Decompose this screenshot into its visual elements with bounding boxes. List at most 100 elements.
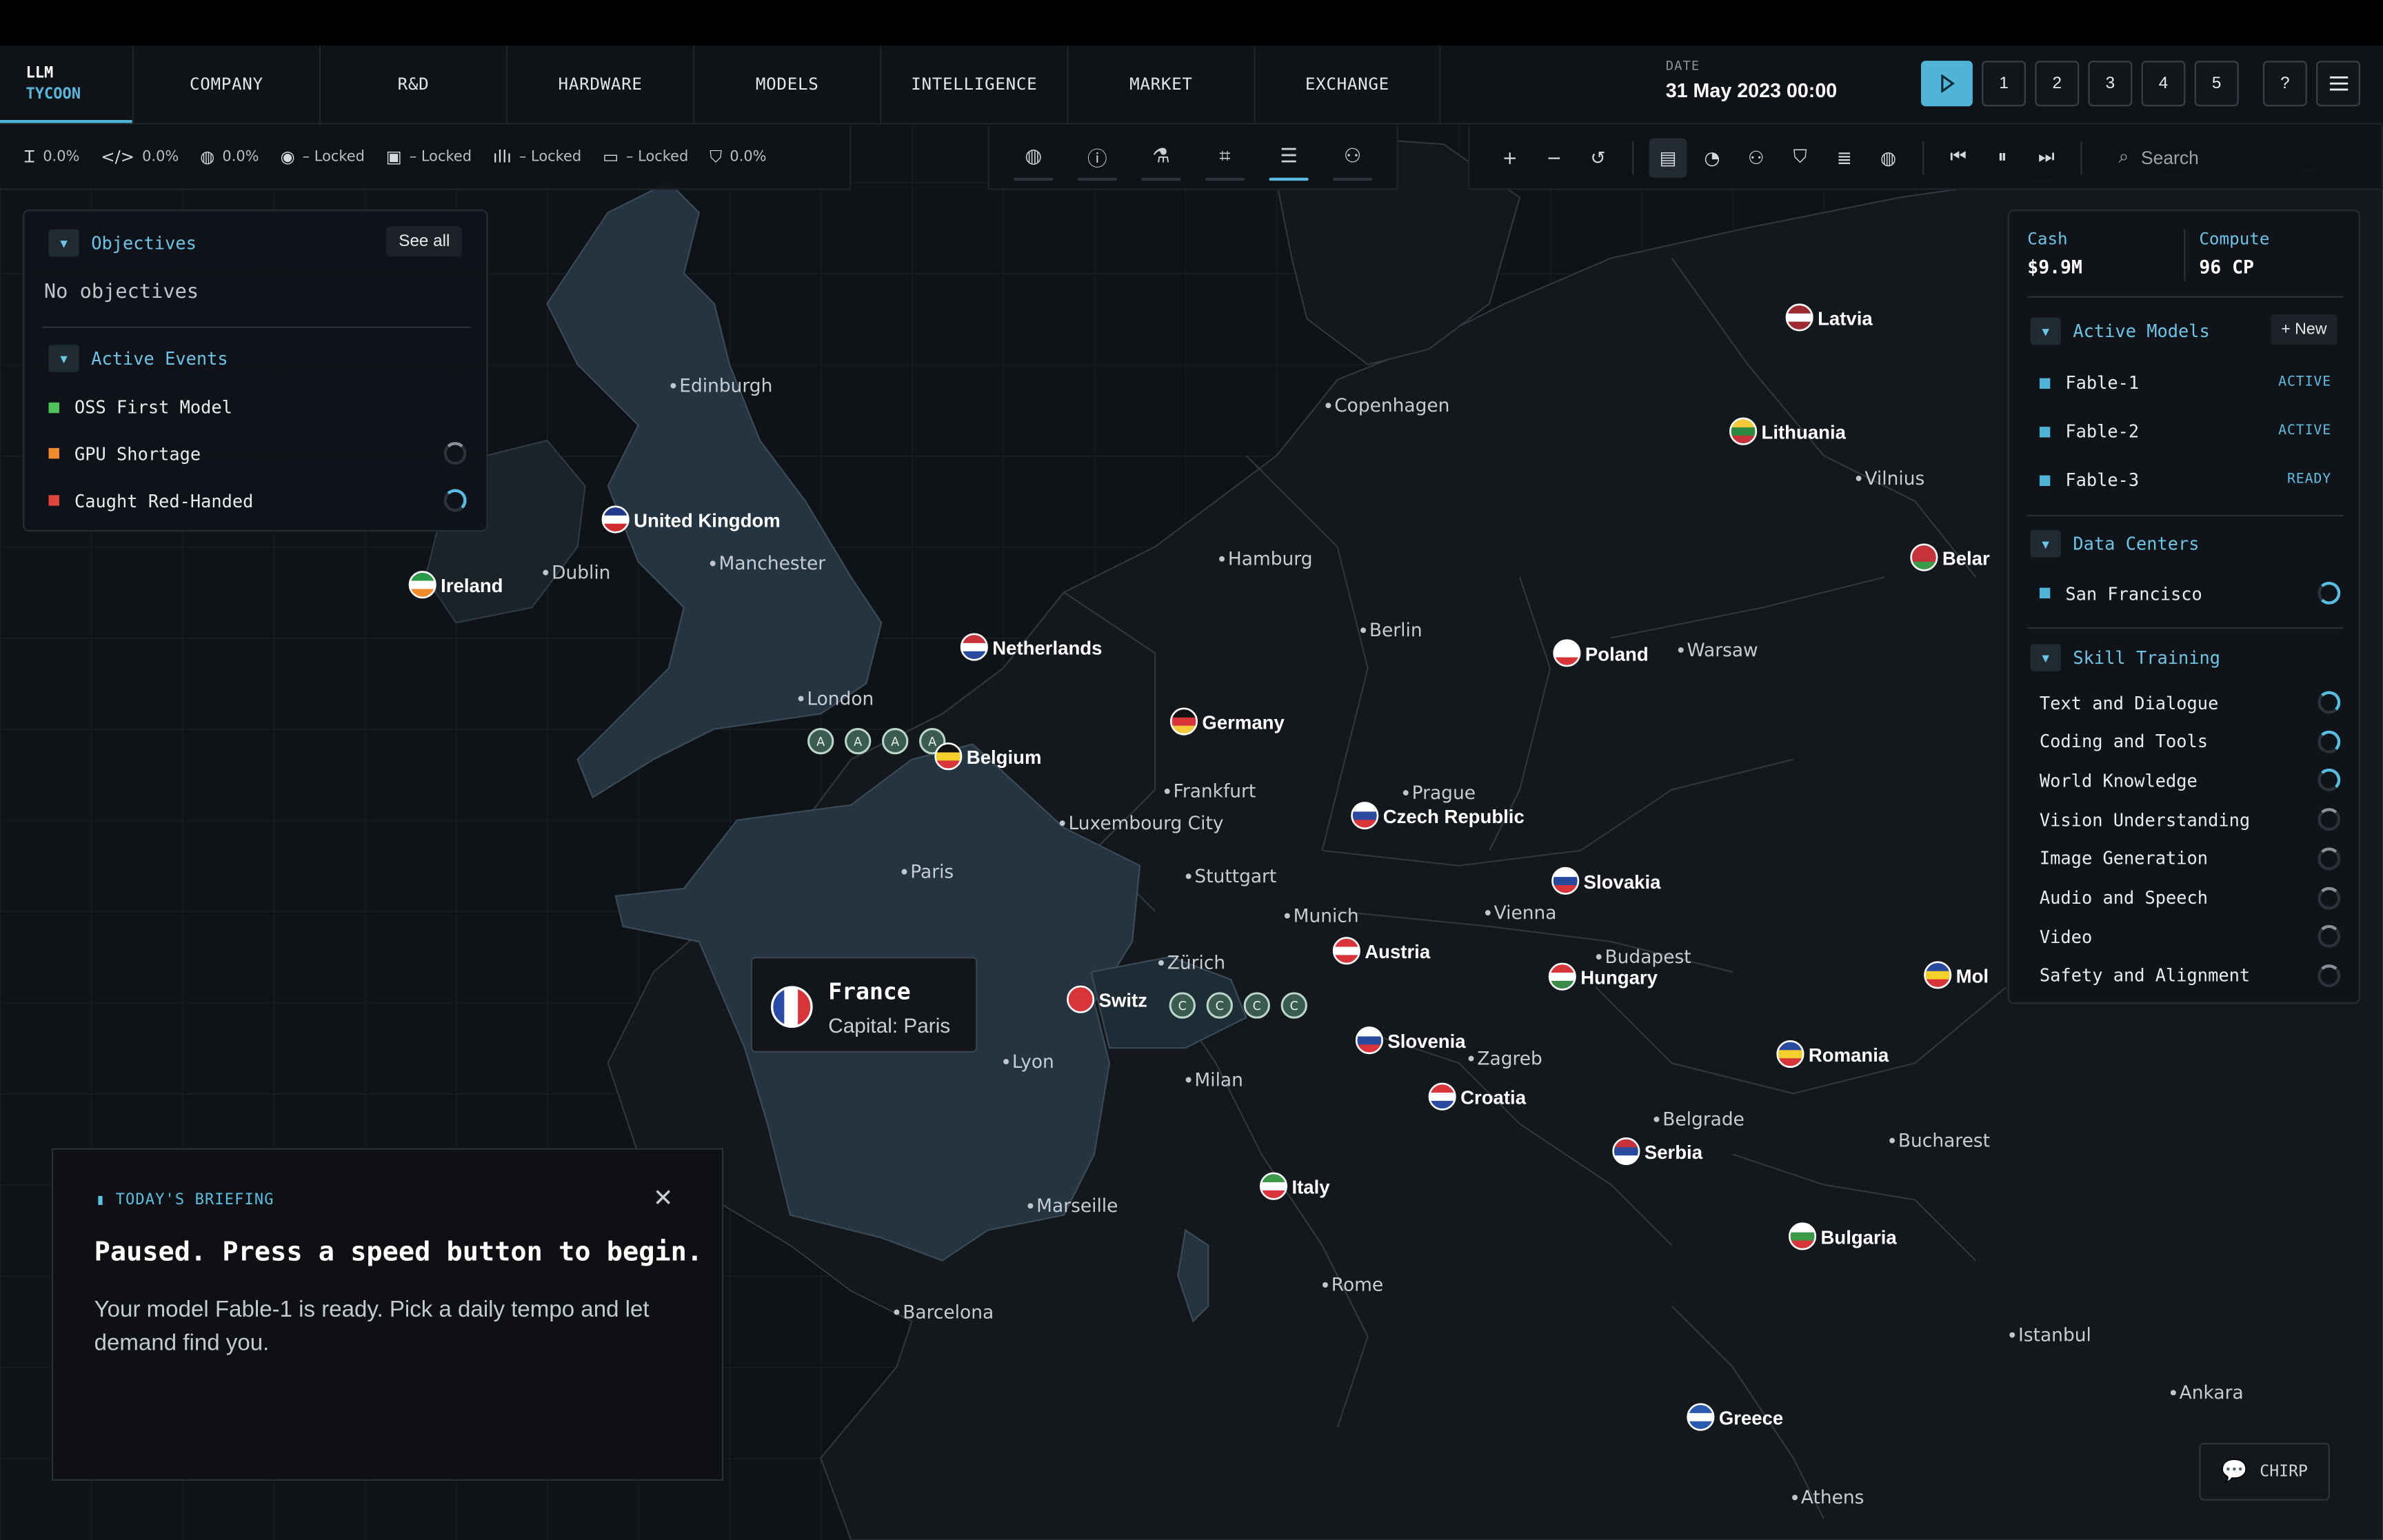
country-marker[interactable]: Croatia bbox=[1428, 1082, 1527, 1111]
city-label[interactable]: Vilnius bbox=[1864, 468, 1924, 489]
city-label[interactable]: Barcelona bbox=[903, 1301, 994, 1323]
city-label[interactable]: Ankara bbox=[2180, 1382, 2244, 1404]
pie-layer-button[interactable]: ◔ bbox=[1693, 137, 1731, 176]
menu-button[interactable] bbox=[2316, 61, 2360, 107]
chevron-down-icon[interactable]: ▼ bbox=[2030, 317, 2061, 345]
country-label[interactable]: Slovenia bbox=[1387, 1031, 1466, 1052]
sliders-tool[interactable]: ☰ bbox=[1269, 134, 1309, 181]
pause-button[interactable]: ⏸ bbox=[1983, 137, 2021, 176]
tab-exchange[interactable]: EXCHANGE bbox=[1254, 45, 1441, 123]
chirp-button[interactable]: 💬 CHIRP bbox=[2199, 1443, 2330, 1501]
speed-1-button[interactable]: 1 bbox=[1982, 61, 2027, 107]
country-label[interactable]: Ireland bbox=[441, 575, 503, 596]
country-label[interactable]: Bulgaria bbox=[1821, 1226, 1898, 1248]
country-marker[interactable]: Greece bbox=[1687, 1403, 1784, 1431]
close-button[interactable]: ✕ bbox=[653, 1183, 674, 1212]
chevron-down-icon[interactable]: ▼ bbox=[48, 345, 79, 372]
model-item[interactable]: Fable-3 READY bbox=[2039, 469, 2331, 491]
city-label[interactable]: Athens bbox=[1801, 1487, 1864, 1508]
map-layer-button[interactable]: ▤ bbox=[1649, 137, 1687, 177]
country-label[interactable]: Netherlands bbox=[992, 638, 1102, 659]
unit-marker[interactable]: C bbox=[1243, 992, 1270, 1019]
city-label[interactable]: Warsaw bbox=[1687, 640, 1758, 661]
speed-3-button[interactable]: 3 bbox=[2088, 61, 2133, 107]
unit-marker[interactable]: C bbox=[1169, 992, 1196, 1019]
city-label[interactable]: Paris bbox=[910, 861, 954, 882]
country-label[interactable]: Serbia bbox=[1645, 1142, 1703, 1163]
play-button[interactable] bbox=[1920, 61, 1973, 107]
info-tool[interactable]: ⓘ bbox=[1077, 134, 1118, 181]
event-item[interactable]: OSS First Model bbox=[48, 396, 232, 418]
city-label[interactable]: Lyon bbox=[1012, 1051, 1054, 1073]
tab-rnd[interactable]: R&D bbox=[319, 45, 506, 123]
zoom-in-button[interactable]: + bbox=[1491, 137, 1529, 176]
globe-layer-button[interactable]: ◍ bbox=[1869, 137, 1907, 176]
users-layer-button[interactable]: ⚇ bbox=[1737, 137, 1775, 176]
globe-tool[interactable]: ◍ bbox=[1014, 134, 1054, 181]
country-label[interactable]: Lithuania bbox=[1762, 422, 1847, 443]
country-marker[interactable]: Slovenia bbox=[1355, 1026, 1466, 1055]
new-model-button[interactable]: + New bbox=[2270, 314, 2337, 345]
event-item[interactable]: GPU Shortage bbox=[48, 442, 467, 465]
lab-tool[interactable]: ⚗ bbox=[1141, 134, 1181, 181]
skill-item[interactable]: Video bbox=[2040, 925, 2341, 949]
unit-marker[interactable]: A bbox=[845, 727, 872, 755]
city-label[interactable]: Edinburgh bbox=[679, 375, 772, 396]
tab-market[interactable]: MARKET bbox=[1067, 45, 1254, 123]
skip-forward-button[interactable]: ⏭ bbox=[2027, 137, 2065, 176]
city-label[interactable]: Vienna bbox=[1494, 902, 1557, 924]
country-marker[interactable]: Ireland bbox=[408, 571, 503, 599]
speed-2-button[interactable]: 2 bbox=[2035, 61, 2080, 107]
country-marker[interactable]: Serbia bbox=[1612, 1137, 1703, 1166]
country-marker[interactable]: Latvia bbox=[1785, 303, 1873, 332]
server-layer-button[interactable]: ≣ bbox=[1825, 137, 1863, 176]
skill-item[interactable]: Coding and Tools bbox=[2040, 730, 2341, 753]
country-label[interactable]: Poland bbox=[1585, 643, 1649, 665]
brand-logo[interactable]: LLM TYCOON bbox=[0, 45, 132, 123]
city-label[interactable]: Prague bbox=[1412, 782, 1476, 804]
skip-back-button[interactable]: ⏮ bbox=[1939, 137, 1977, 176]
country-label[interactable]: Italy bbox=[1291, 1177, 1330, 1198]
city-label[interactable]: Hamburg bbox=[1228, 549, 1313, 570]
city-label[interactable]: Stuttgart bbox=[1194, 866, 1276, 887]
city-label[interactable]: Marseille bbox=[1036, 1195, 1118, 1217]
country-label[interactable]: Latvia bbox=[1818, 307, 1873, 329]
chevron-down-icon[interactable]: ▼ bbox=[48, 229, 79, 257]
country-label[interactable]: Belar bbox=[1942, 548, 1990, 569]
country-marker[interactable]: Germany bbox=[1169, 707, 1285, 736]
chevron-down-icon[interactable]: ▼ bbox=[2030, 529, 2061, 558]
country-marker[interactable]: Italy bbox=[1259, 1172, 1330, 1200]
city-label[interactable]: Copenhagen bbox=[1334, 395, 1449, 416]
city-label[interactable]: Zagreb bbox=[1477, 1048, 1542, 1069]
country-marker[interactable]: Belar bbox=[1910, 543, 1990, 571]
city-label[interactable]: Luxembourg City bbox=[1068, 813, 1223, 834]
city-label[interactable]: Manchester bbox=[719, 553, 826, 574]
tab-intelligence[interactable]: INTELLIGENCE bbox=[880, 45, 1067, 123]
tab-company[interactable]: COMPANY bbox=[132, 45, 319, 123]
country-label[interactable]: Austria bbox=[1365, 941, 1431, 962]
datacenter-item[interactable]: San Francisco bbox=[2039, 581, 2341, 605]
country-label[interactable]: United Kingdom bbox=[634, 510, 781, 531]
country-marker[interactable]: Netherlands bbox=[960, 633, 1102, 661]
zoom-out-button[interactable]: − bbox=[1535, 137, 1573, 176]
people-tool[interactable]: ⚇ bbox=[1332, 134, 1373, 181]
country-marker[interactable]: Hungary bbox=[1548, 962, 1658, 991]
shield-layer-button[interactable]: ⛉ bbox=[1781, 137, 1819, 176]
unit-marker[interactable]: C bbox=[1280, 992, 1307, 1019]
city-label[interactable]: Milan bbox=[1194, 1069, 1243, 1091]
country-label[interactable]: Greece bbox=[1719, 1408, 1783, 1429]
city-label[interactable]: Belgrade bbox=[1662, 1109, 1744, 1131]
speed-5-button[interactable]: 5 bbox=[2194, 61, 2239, 107]
country-marker[interactable]: Mol bbox=[1924, 961, 1989, 989]
unit-marker[interactable]: A bbox=[807, 727, 834, 755]
speed-4-button[interactable]: 4 bbox=[2141, 61, 2186, 107]
city-label[interactable]: Rome bbox=[1331, 1275, 1383, 1296]
country-marker[interactable]: Switz bbox=[1067, 985, 1147, 1013]
city-label[interactable]: Istanbul bbox=[2018, 1324, 2091, 1346]
model-item[interactable]: Fable-2 ACTIVE bbox=[2039, 421, 2331, 442]
city-label[interactable]: Dublin bbox=[552, 562, 610, 583]
reset-view-button[interactable]: ↺ bbox=[1579, 137, 1617, 176]
tab-hardware[interactable]: HARDWARE bbox=[505, 45, 693, 123]
country-marker[interactable]: Slovakia bbox=[1551, 867, 1661, 895]
country-label[interactable]: Croatia bbox=[1460, 1087, 1527, 1108]
